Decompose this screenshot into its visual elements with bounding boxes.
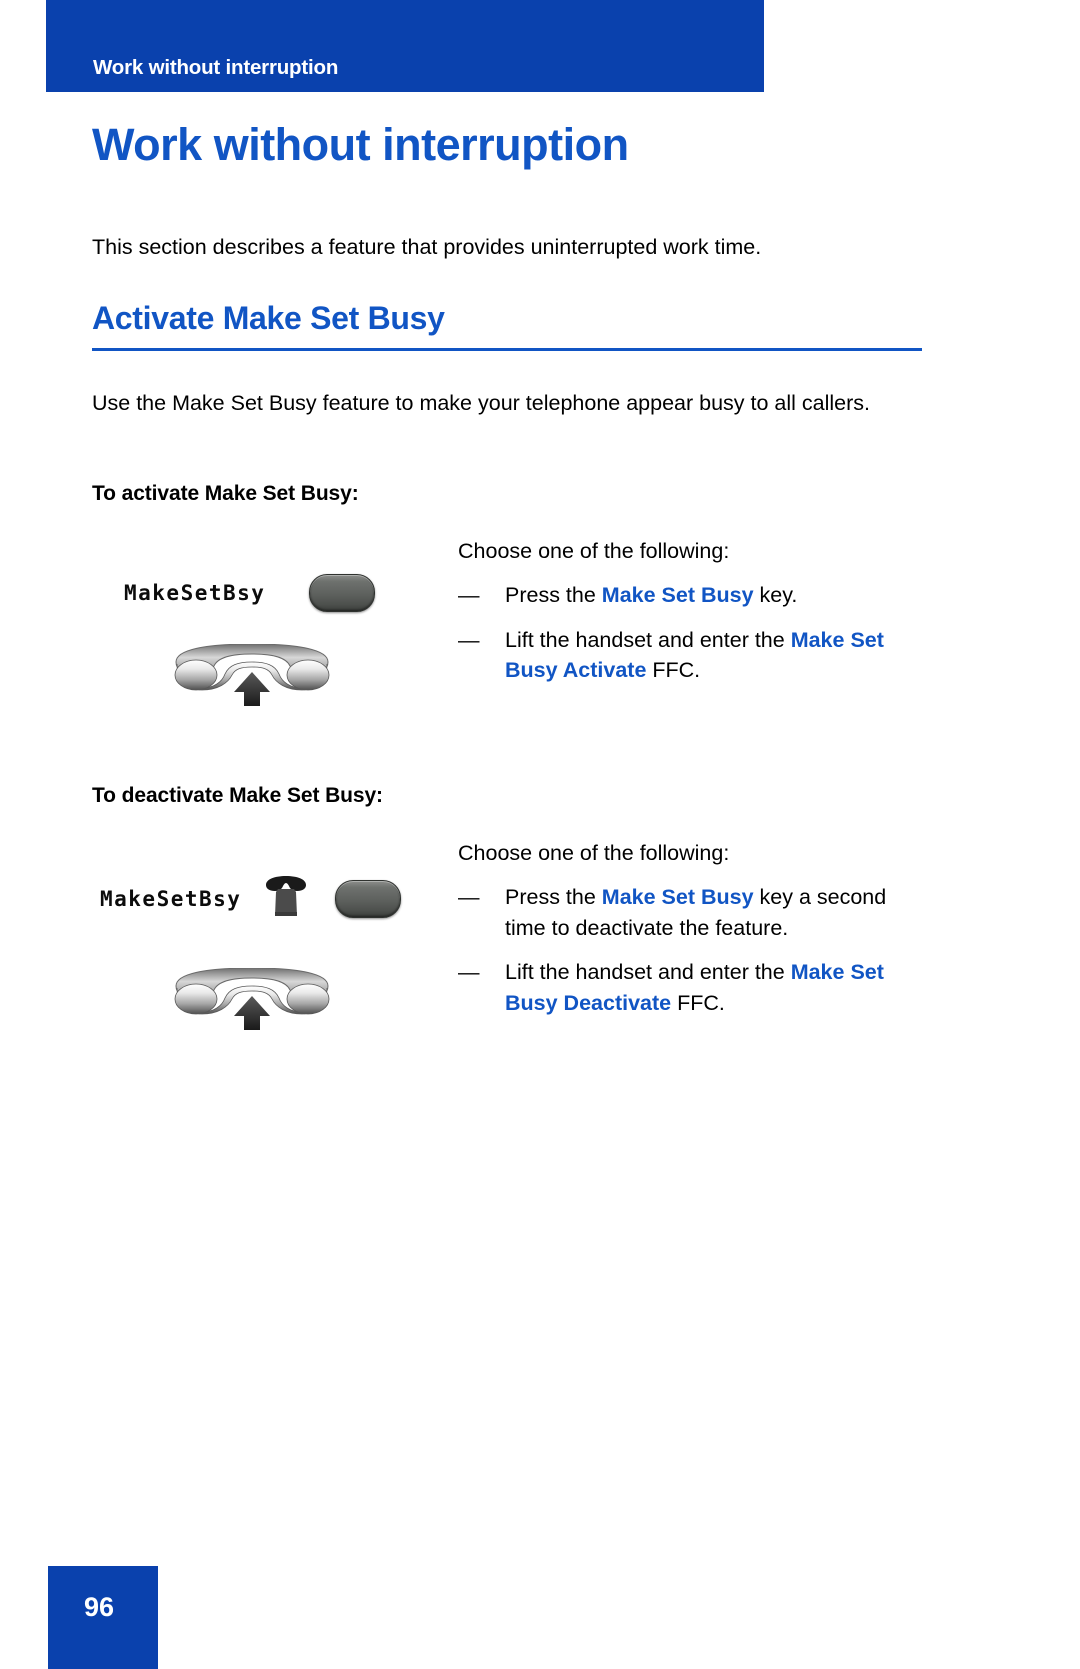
step-item: — Lift the handset and enter the Make Se…	[458, 957, 928, 1018]
running-header-title: Work without interruption	[93, 56, 339, 79]
page-number-box: 96	[48, 1566, 158, 1669]
step-text: Lift the handset and enter the Make Set …	[505, 625, 928, 686]
bullet-dash-icon: —	[458, 960, 480, 985]
step-item: — Lift the handset and enter the Make Se…	[458, 625, 928, 686]
step-text: Press the Make Set Busy key.	[505, 580, 928, 611]
feature-key-row-deactivate: MakeSetBsy	[100, 876, 402, 921]
running-header-band: Work without interruption	[46, 0, 764, 92]
bullet-dash-icon: —	[458, 583, 480, 608]
feature-key-row-activate: MakeSetBsy	[124, 574, 376, 612]
choose-one-label-activate: Choose one of the following:	[458, 539, 730, 563]
step-item: — Press the Make Set Busy key.	[458, 580, 928, 611]
bullet-dash-icon: —	[458, 885, 480, 910]
step-text-part: key.	[753, 583, 798, 608]
lcd-label-makesetbsy: MakeSetBsy	[124, 581, 266, 605]
procedure-heading-deactivate: To deactivate Make Set Busy:	[92, 784, 383, 807]
intro-paragraph: This section describes a feature that pr…	[92, 235, 762, 259]
bullet-dash-icon: —	[458, 627, 480, 652]
text-column-activate: Choose one of the following: — Press the…	[458, 536, 928, 700]
page-number: 96	[83, 1592, 115, 1622]
step-text-part: Lift the handset and enter the	[505, 960, 791, 985]
section-body-paragraph: Use the Make Set Busy feature to make yo…	[92, 391, 871, 415]
step-text-part: FFC.	[646, 658, 701, 683]
choose-one-label-deactivate: Choose one of the following:	[458, 841, 730, 865]
step-text-part: Press the	[505, 885, 602, 910]
step-text-part: FFC.	[671, 990, 725, 1015]
step-text: Press the Make Set Busy key a second tim…	[505, 882, 928, 943]
procedure-heading-activate: To activate Make Set Busy:	[92, 482, 359, 505]
step-item: — Press the Make Set Busy key a second t…	[458, 882, 928, 943]
telephone-icon	[263, 876, 309, 921]
step-text-part: Lift the handset and enter the	[505, 627, 791, 652]
step-keyword: Make Set Busy	[601, 583, 754, 608]
handset-lift-icon	[172, 643, 332, 711]
handset-lift-icon	[172, 967, 332, 1035]
feature-key-icon[interactable]	[309, 574, 376, 612]
feature-key-icon[interactable]	[335, 879, 402, 918]
step-keyword: Make Set Busy	[601, 885, 754, 910]
step-text-part: Press the	[505, 583, 602, 608]
lcd-label-makesetbsy: MakeSetBsy	[100, 886, 242, 911]
section-heading-activate-make-set-busy: Activate Make Set Busy	[92, 300, 922, 351]
text-column-deactivate: Choose one of the following: — Press the…	[458, 838, 928, 1032]
step-text: Lift the handset and enter the Make Set …	[505, 957, 928, 1018]
page-title: Work without interruption	[92, 119, 629, 170]
